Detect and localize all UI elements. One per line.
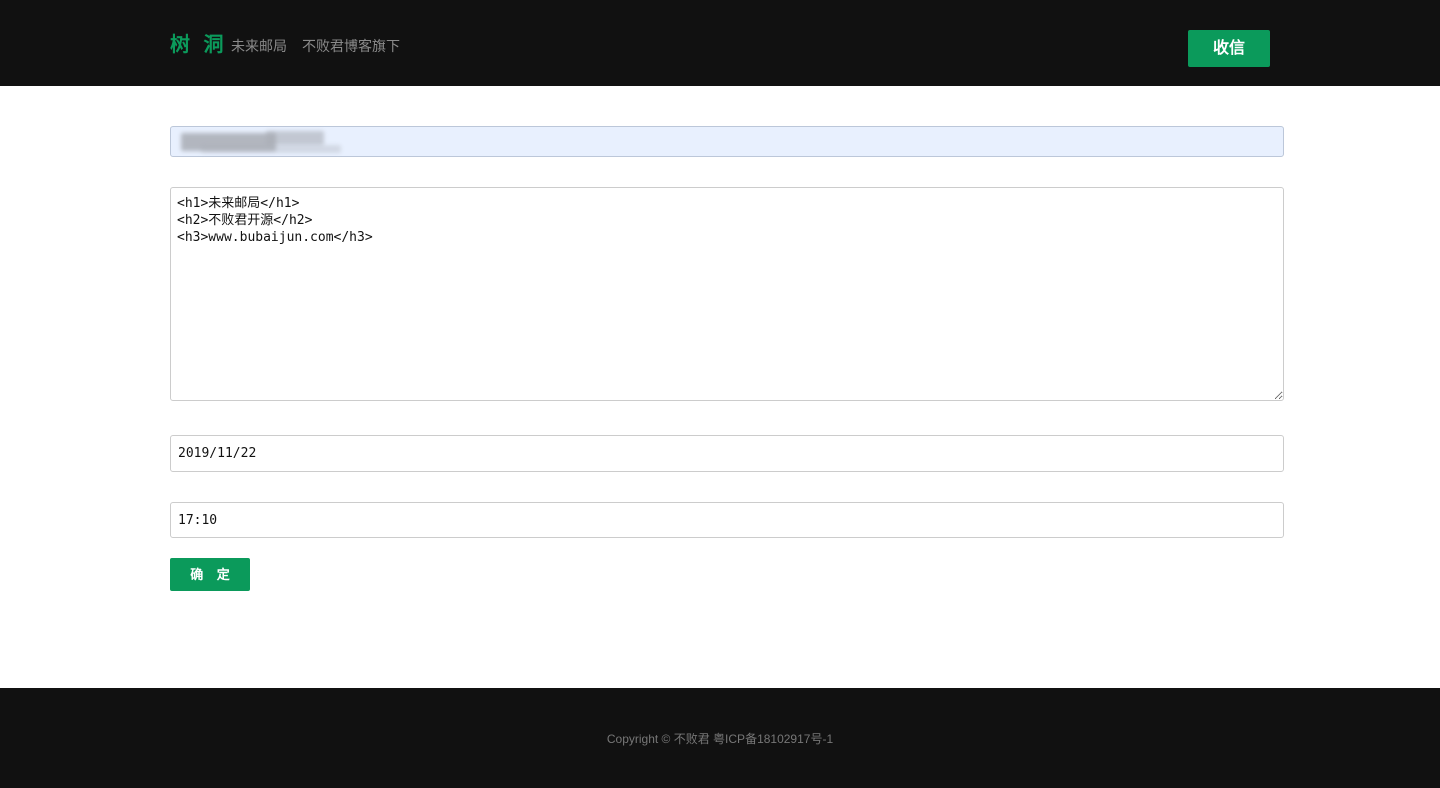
footer: Copyright © 不败君 粤ICP备18102917号-1 xyxy=(0,688,1440,788)
send-time-input[interactable] xyxy=(170,502,1284,538)
receive-mail-button[interactable]: 收信 xyxy=(1188,30,1270,67)
top-nav-bar: 树 洞 未来邮局 不败君博客旗下 收信 xyxy=(0,0,1440,86)
brand-logo[interactable]: 树 洞 xyxy=(170,32,228,58)
send-date-input[interactable] xyxy=(170,435,1284,472)
letter-content-textarea[interactable] xyxy=(170,187,1284,401)
confirm-button[interactable]: 确 定 xyxy=(170,558,250,591)
redacted-email-value xyxy=(201,145,341,153)
redacted-email-value xyxy=(266,131,324,145)
nav-link-future-post[interactable]: 未来邮局 xyxy=(231,37,287,55)
email-input[interactable] xyxy=(170,126,1284,157)
nav-link-blog[interactable]: 不败君博客旗下 xyxy=(302,37,400,55)
copyright-text: Copyright © 不败君 粤ICP备18102917号-1 xyxy=(606,732,834,746)
